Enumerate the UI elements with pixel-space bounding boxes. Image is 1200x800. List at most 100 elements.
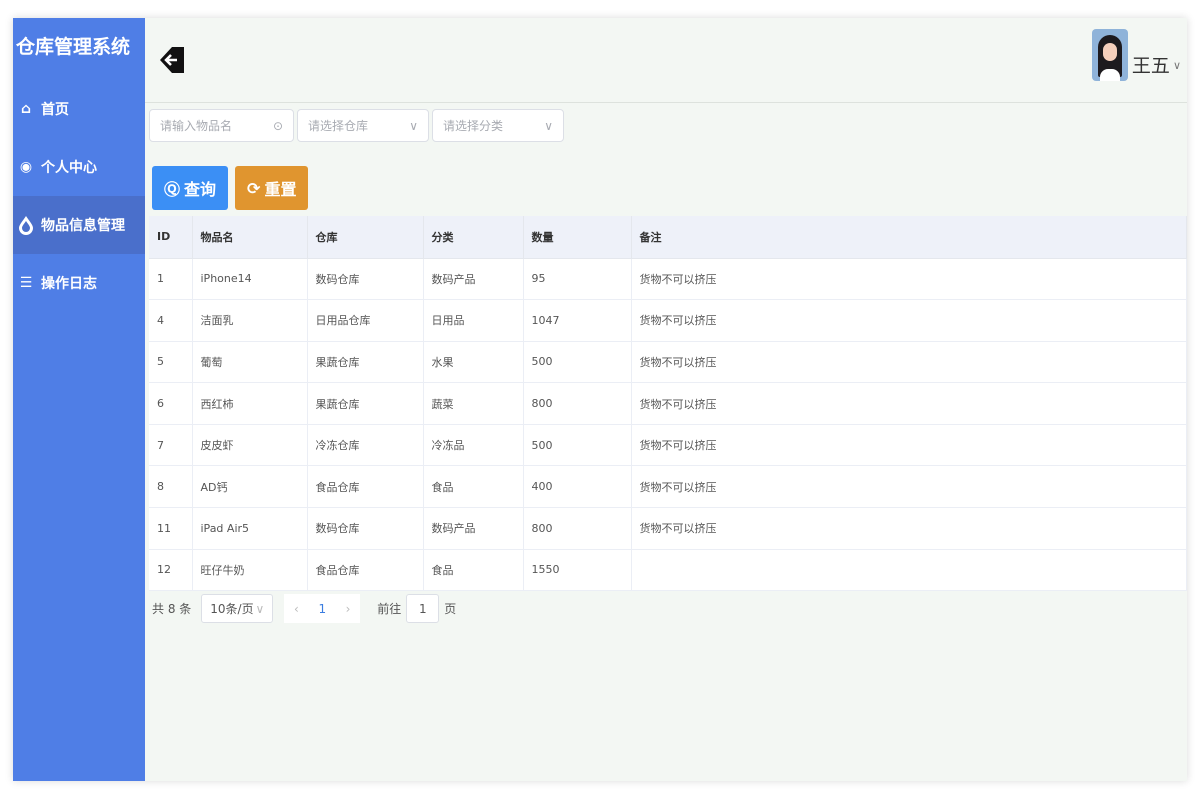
total-count: 共 8 条: [152, 602, 192, 616]
table-row[interactable]: 6 西红柿 果蔬仓库 蔬菜 800 货物不可以挤压: [149, 382, 1187, 425]
column-header: 物品名: [192, 216, 308, 259]
table-cell: 500: [523, 424, 632, 467]
table-row[interactable]: 12 旺仔牛奶 食品仓库 食品 1550: [149, 549, 1187, 592]
reset-button[interactable]: ⟳ 重置: [235, 166, 309, 210]
table-cell: 8: [149, 465, 193, 509]
table-cell: 货物不可以挤压: [631, 507, 1187, 550]
table-row[interactable]: 5 葡萄 果蔬仓库 水果 500 货物不可以挤压: [149, 341, 1187, 384]
table-cell: 400: [523, 465, 632, 509]
chevron-down-icon: ∨: [255, 601, 265, 616]
pagination: 共 8 条 10条/页 ∨ ‹ 1 › 前往 1 页: [152, 594, 456, 623]
table-cell: 5: [149, 341, 193, 384]
column-header: 备注: [631, 216, 1187, 259]
sidebar: 仓库管理系统 ⌂ 首页 ◉ 个人中心 物品信息管理 ☰ 操作日志: [13, 18, 145, 781]
table-cell: AD钙: [192, 465, 308, 509]
query-label: 查询: [184, 180, 217, 199]
table-cell: iPad Air5: [192, 507, 308, 550]
back-arrow-icon[interactable]: [159, 46, 185, 78]
sidebar-item-label: 物品信息管理: [41, 218, 125, 234]
sidebar-item-logs[interactable]: ☰ 操作日志: [13, 254, 145, 312]
page-size-select[interactable]: 10条/页 ∨: [201, 594, 274, 623]
table-cell: 货物不可以挤压: [631, 424, 1187, 467]
placeholder: 请选择分类: [443, 119, 504, 133]
placeholder: 请输入物品名: [160, 119, 233, 133]
table-cell: 洁面乳: [192, 299, 308, 342]
warehouse-select[interactable]: 请选择仓库 ∨: [297, 109, 429, 142]
drop-icon: [17, 216, 35, 235]
refresh-icon: ⟳: [247, 178, 261, 198]
table-cell: 冷冻品: [423, 424, 524, 467]
sidebar-item-profile[interactable]: ◉ 个人中心: [13, 138, 145, 196]
table-cell: 食品仓库: [307, 549, 424, 592]
table-cell: 旺仔牛奶: [192, 549, 308, 592]
column-header: 仓库: [307, 216, 424, 259]
page-number[interactable]: 1: [318, 602, 326, 616]
table-cell: iPhone14: [192, 258, 308, 301]
chevron-down-icon: ∨: [1172, 58, 1181, 72]
header: 王五 ∨: [145, 18, 1187, 103]
home-icon: ⌂: [20, 101, 32, 117]
chevron-down-icon: ∨: [544, 118, 553, 133]
table-cell: 日用品: [423, 299, 524, 342]
search-icon: ⊙: [272, 118, 283, 133]
reset-label: 重置: [264, 180, 297, 199]
main-content: 王五 ∨ 请输入物品名 ⊙ 请选择仓库 ∨ 请选择分类 ∨ Ⓠ 查询 ⟳ 重置 ID 物品名…: [145, 18, 1187, 781]
placeholder: 请选择仓库: [308, 119, 369, 133]
query-button[interactable]: Ⓠ 查询: [152, 166, 229, 210]
table-cell: 11: [149, 507, 193, 550]
table-cell: 货物不可以挤压: [631, 341, 1187, 384]
table-cell: 4: [149, 299, 193, 342]
user-name: 王五: [1131, 54, 1170, 77]
table-cell: 数码产品: [423, 258, 524, 301]
table-cell: 95: [523, 258, 632, 301]
goto-page-input[interactable]: 1: [406, 594, 440, 623]
table-cell: 数码产品: [423, 507, 524, 550]
table-row[interactable]: 11 iPad Air5 数码仓库 数码产品 800 货物不可以挤压: [149, 507, 1187, 550]
user-menu[interactable]: 王五 ∨: [1091, 29, 1181, 81]
table-row[interactable]: 7 皮皮虾 冷冻仓库 冷冻品 500 货物不可以挤压: [149, 424, 1187, 467]
next-page-button[interactable]: ›: [346, 602, 351, 616]
table-cell: 食品: [423, 549, 524, 592]
document-icon: ☰: [19, 275, 33, 291]
table-cell: 食品: [423, 465, 524, 509]
table-cell: 果蔬仓库: [307, 341, 424, 384]
table-cell: 皮皮虾: [192, 424, 308, 467]
table-cell: 葡萄: [192, 341, 308, 384]
table-cell: 500: [523, 341, 632, 384]
app-title: 仓库管理系统: [16, 36, 131, 58]
table-cell: 货物不可以挤压: [631, 299, 1187, 342]
table-row[interactable]: 1 iPhone14 数码仓库 数码产品 95 货物不可以挤压: [149, 258, 1187, 301]
table-cell: 12: [149, 549, 193, 592]
goto-label: 前往: [377, 602, 402, 616]
sidebar-item-label: 操作日志: [41, 276, 97, 292]
table-cell: 货物不可以挤压: [631, 465, 1187, 509]
table-cell: [631, 549, 1187, 592]
table-cell: 西红柿: [192, 382, 308, 425]
table-cell: 果蔬仓库: [307, 382, 424, 425]
prev-page-button[interactable]: ‹: [294, 602, 299, 616]
table-cell: 冷冻仓库: [307, 424, 424, 467]
table-cell: 1: [149, 258, 193, 301]
sidebar-item-label: 个人中心: [41, 160, 97, 176]
table-row[interactable]: 8 AD钙 食品仓库 食品 400 货物不可以挤压: [149, 465, 1187, 509]
sidebar-item-label: 首页: [41, 102, 69, 118]
search-icon: Ⓠ: [164, 180, 181, 199]
table-cell: 1550: [523, 549, 632, 592]
page-suffix: 页: [444, 602, 457, 616]
column-header: ID: [149, 216, 193, 259]
table-cell: 6: [149, 382, 193, 425]
avatar: [1091, 29, 1128, 81]
table-cell: 日用品仓库: [307, 299, 424, 342]
table-cell: 1047: [523, 299, 632, 342]
table-row[interactable]: 4 洁面乳 日用品仓库 日用品 1047 货物不可以挤压: [149, 299, 1187, 342]
app-window: 仓库管理系统 ⌂ 首页 ◉ 个人中心 物品信息管理 ☰ 操作日志 王五 ∨ 请输入物品…: [13, 18, 1187, 781]
item-name-input[interactable]: 请输入物品名 ⊙: [149, 109, 294, 142]
page-size-value: 10条/页: [210, 602, 254, 616]
sidebar-item-items[interactable]: 物品信息管理: [13, 196, 145, 254]
category-select[interactable]: 请选择分类 ∨: [432, 109, 564, 142]
table-cell: 数码仓库: [307, 258, 424, 301]
sidebar-item-home[interactable]: ⌂ 首页: [13, 80, 145, 138]
table-cell: 水果: [423, 341, 524, 384]
column-header: 数量: [523, 216, 632, 259]
table-cell: 7: [149, 424, 193, 467]
